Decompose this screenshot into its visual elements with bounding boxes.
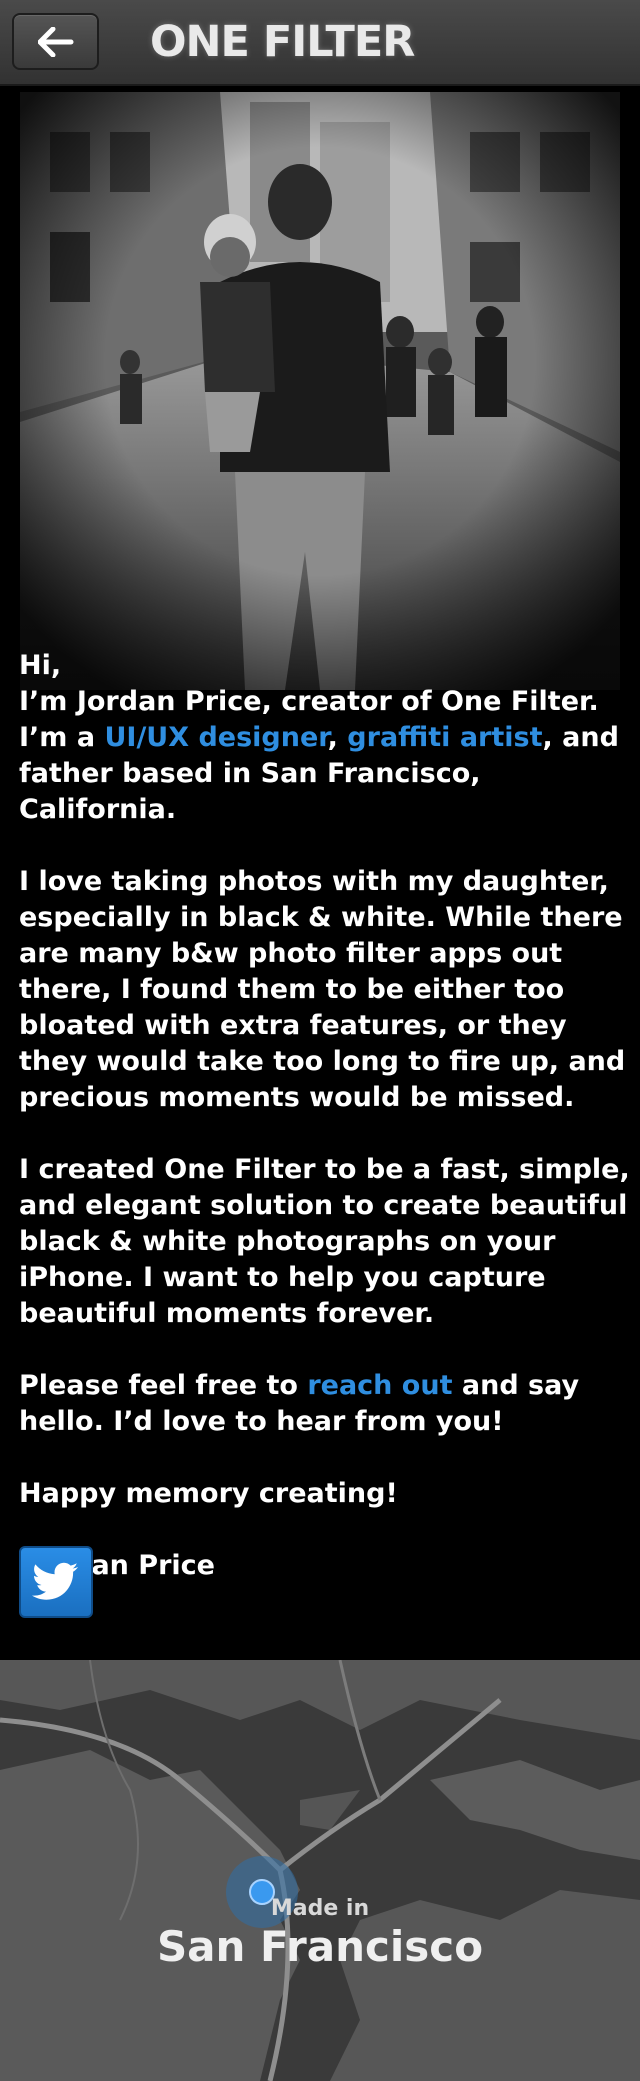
city-label: San Francisco: [156, 1922, 484, 1971]
profile-photo: [20, 92, 620, 690]
app-title: ONE FILTER: [150, 17, 415, 67]
graffiti-artist-link[interactable]: graffiti artist: [347, 722, 542, 753]
contact-prefix: Please feel free to: [19, 1370, 308, 1401]
closing-line: Happy memory creating!: [19, 1478, 398, 1509]
ui-ux-designer-link[interactable]: UI/UX designer: [104, 722, 327, 753]
intro-comma: ,: [327, 722, 348, 753]
about-text: Hi, I’m Jordan Price, creator of One Fil…: [19, 648, 631, 1620]
back-button[interactable]: [12, 13, 99, 70]
reach-out-link[interactable]: reach out: [307, 1370, 452, 1401]
intro-paragraph: Hi, I’m Jordan Price, creator of One Fil…: [19, 648, 631, 828]
location-map: Made in San Francisco: [0, 1660, 640, 2081]
arrow-left-icon: [37, 26, 73, 57]
mission-paragraph: I created One Filter to be a fast, simpl…: [19, 1154, 630, 1329]
map-graphic: [0, 1660, 640, 2081]
contact-paragraph: Please feel free to reach out and say he…: [19, 1368, 631, 1440]
twitter-bird-icon: [32, 1562, 78, 1600]
made-in-label: Made in: [270, 1896, 370, 1921]
signature: -Jordan Price: [19, 1550, 215, 1581]
story-paragraph: I love taking photos with my daughter, e…: [19, 866, 626, 1113]
header-bar: ONE FILTER: [0, 0, 640, 86]
twitter-button[interactable]: [19, 1546, 93, 1618]
greeting: Hi,: [19, 650, 62, 681]
